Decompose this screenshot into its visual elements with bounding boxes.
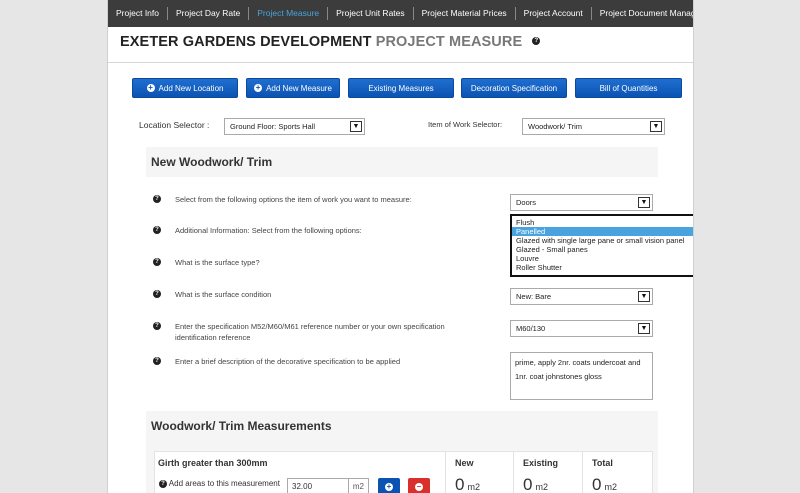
add-new-measure-button[interactable]: + Add New Measure (246, 78, 340, 98)
work-item-select-value: Doors (516, 198, 537, 207)
chevron-down-icon: ▼ (650, 121, 662, 132)
add-new-location-label: Add New Location (158, 83, 224, 93)
chevron-down-icon: ▼ (638, 323, 650, 334)
page-subtitle: PROJECT MEASURE (375, 34, 523, 50)
option-louvre[interactable]: Louvre (512, 254, 693, 263)
additional-info-listbox[interactable]: Flush Panelled Glazed with single large … (510, 214, 693, 277)
girth-label: Girth greater than 300mm (158, 458, 268, 468)
add-new-location-button[interactable]: + Add New Location (132, 78, 238, 98)
specification-reference-select[interactable]: M60/130 ▼ (510, 320, 653, 337)
decoration-specification-label: Decoration Specification (470, 83, 558, 93)
minus-icon: − (415, 481, 423, 491)
column-divider (582, 452, 583, 493)
question-icon: ? (159, 479, 167, 488)
plus-circle-icon: + (254, 83, 263, 92)
option-roller-shutter[interactable]: Roller Shutter (512, 263, 693, 272)
existing-value: 0 m2 (523, 475, 548, 493)
option-flush[interactable]: Flush (512, 218, 693, 227)
question-icon: ? (153, 226, 161, 234)
chevron-down-icon: ▼ (638, 291, 650, 302)
tab-project-info[interactable]: Project Info (108, 7, 168, 20)
area-unit: m2 (347, 479, 368, 493)
column-divider (513, 452, 514, 493)
bill-of-quantities-button[interactable]: Bill of Quantities (575, 78, 682, 98)
specification-reference-select-value: M60/130 (516, 324, 546, 333)
tab-project-account[interactable]: Project Account (516, 7, 592, 20)
question-surface-condition: What is the surface condition (175, 290, 272, 299)
add-areas-label: Add areas to this measurement (168, 479, 280, 488)
question-surface-type: What is the surface type? (175, 258, 260, 267)
bill-of-quantities-label: Bill of Quantities (599, 83, 658, 93)
question-icon: ? (153, 357, 161, 365)
surface-condition-select-value: New: Bare (516, 292, 552, 301)
option-glazed-small-panes[interactable]: Glazed - Small panes (512, 245, 693, 254)
location-selector[interactable]: Ground Floor: Sports Hall ▼ (224, 118, 365, 135)
location-selector-value: Ground Floor: Sports Hall (230, 122, 316, 131)
top-navigation: Project Info Project Day Rate Project Me… (108, 0, 693, 27)
tab-project-day-rate[interactable]: Project Day Rate (168, 7, 250, 20)
area-input-value: 32.00 (292, 482, 313, 491)
question-decorative-description: Enter a brief description of the decorat… (175, 357, 401, 366)
chevron-down-icon: ▼ (350, 121, 362, 132)
option-panelled[interactable]: Panelled (512, 227, 693, 236)
add-areas-row: ? Add areas to this measurement (159, 479, 280, 488)
plus-icon: + (385, 481, 393, 491)
question-additional-info: Additional Information: Select from the … (175, 226, 362, 235)
question-icon: ? (153, 258, 161, 266)
existing-column-header: Existing (523, 458, 559, 468)
total-column-header: Total (592, 458, 613, 468)
question-icon: ? (153, 290, 161, 298)
add-area-button[interactable]: + (378, 478, 400, 493)
plus-circle-icon: + (146, 83, 155, 92)
page-title: EXETER GARDENS DEVELOPMENT PROJECT MEASU… (120, 34, 541, 50)
question-specification-reference: Enter the specification M52/M60/M61 refe… (175, 322, 445, 342)
divider (108, 62, 693, 63)
add-new-measure-label: Add New Measure (266, 83, 332, 93)
item-of-work-selector-value: Woodwork/ Trim (528, 122, 583, 131)
tab-project-measure[interactable]: Project Measure (249, 7, 329, 20)
measurements-section-title: Woodwork/ Trim Measurements (151, 419, 332, 433)
item-of-work-selector[interactable]: Woodwork/ Trim ▼ (522, 118, 665, 135)
page-container: Project Info Project Day Rate Project Me… (107, 0, 694, 493)
tab-project-unit-rates[interactable]: Project Unit Rates (328, 7, 414, 20)
chevron-down-icon: ▼ (638, 197, 650, 208)
option-glazed-single-pane[interactable]: Glazed with single large pane or small v… (512, 236, 693, 245)
existing-measures-label: Existing Measures (368, 83, 434, 93)
project-name: EXETER GARDENS DEVELOPMENT (120, 34, 372, 50)
help-icon[interactable]: ? (532, 37, 541, 46)
decoration-specification-button[interactable]: Decoration Specification (461, 78, 567, 98)
column-divider (445, 452, 446, 493)
work-item-select[interactable]: Doors ▼ (510, 194, 653, 211)
location-selector-label: Location Selector : (139, 120, 210, 130)
remove-area-button[interactable]: − (408, 478, 430, 493)
tab-project-material-prices[interactable]: Project Material Prices (414, 7, 516, 20)
form-section-title: New Woodwork/ Trim (151, 155, 273, 169)
item-of-work-selector-label: Item of Work Selector: (428, 120, 503, 129)
area-input[interactable]: 32.00 m2 (287, 478, 369, 493)
total-value: 0 m2 (592, 475, 617, 493)
measurement-table: Girth greater than 300mm ? Add areas to … (154, 451, 653, 493)
tab-project-document-manager[interactable]: Project Document Manager (592, 7, 693, 20)
new-column-header: New (455, 458, 474, 468)
decorative-description-textarea[interactable]: prime, apply 2nr. coats undercoat and 1n… (510, 352, 653, 400)
question-icon: ? (153, 195, 161, 203)
surface-condition-select[interactable]: New: Bare ▼ (510, 288, 653, 305)
question-work-item: Select from the following options the it… (175, 195, 412, 204)
existing-measures-button[interactable]: Existing Measures (348, 78, 454, 98)
new-value: 0 m2 (455, 475, 480, 493)
question-icon: ? (153, 322, 161, 330)
